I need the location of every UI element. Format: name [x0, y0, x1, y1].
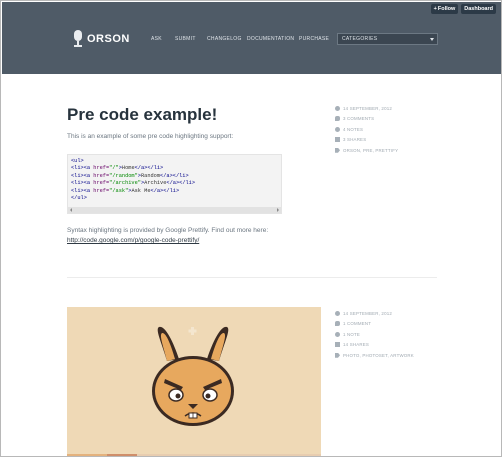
site-logo[interactable]: ORSON: [73, 30, 130, 48]
chevron-down-icon: [430, 38, 434, 41]
bunny-illustration: [152, 326, 234, 426]
post2-meta: 14 SEPTEMBER, 2012 1 COMMENT 1 NOTE 14 S…: [335, 308, 414, 361]
post-title[interactable]: Pre code example!: [67, 105, 217, 125]
nav-item-ask[interactable]: ASK: [151, 36, 162, 42]
scroll-left-icon[interactable]: [70, 208, 72, 212]
meta2-comments: 1 COMMENT: [335, 319, 414, 330]
meta-notes: 4 NOTES: [335, 124, 398, 135]
sparkle-icon: [188, 327, 197, 335]
tag-icon: [335, 147, 340, 153]
post-meta: 14 SEPTEMBER, 2012 3 COMMENTS 4 NOTES 3 …: [335, 103, 398, 156]
logo-text: ORSON: [87, 33, 130, 45]
meta-tags: ORSON, PRE, PRETTIFY: [335, 145, 398, 156]
post-image[interactable]: [67, 307, 321, 456]
meta-shares: 3 SHARES: [335, 135, 398, 146]
follow-label: Follow: [437, 6, 456, 12]
comment-icon: [335, 321, 340, 327]
categories-select[interactable]: CATEGORIES: [337, 33, 438, 45]
page-frame: +Follow Dashboard ORSON ASK SUBMIT CHANG…: [0, 0, 502, 457]
dashboard-label: Dashboard: [464, 6, 493, 12]
site-header: ORSON ASK SUBMIT CHANGELOG DOCUMENTATION…: [2, 2, 501, 74]
post-intro: This is an example of some pre code high…: [67, 133, 234, 140]
categories-label: CATEGORIES: [342, 36, 378, 42]
meta2-date-text[interactable]: 14 SEPTEMBER, 2012: [343, 311, 392, 316]
meta-tags-text[interactable]: ORSON, PRE, PRETTIFY: [343, 148, 398, 153]
share-icon: [335, 137, 340, 143]
plus-icon: +: [433, 6, 437, 12]
scroll-right-icon[interactable]: [277, 208, 279, 212]
heart-icon: [335, 331, 340, 337]
meta2-notes: 1 NOTE: [335, 329, 414, 340]
prettify-link[interactable]: http://code.google.com/p/google-code-pre…: [67, 237, 199, 244]
meta2-date: 14 SEPTEMBER, 2012: [335, 308, 414, 319]
nav-item-submit[interactable]: SUBMIT: [175, 36, 196, 42]
share-icon: [335, 342, 340, 348]
nav-item-documentation[interactable]: DOCUMENTATION: [247, 36, 294, 42]
code-content: <ul> <li><a href="/">Home</a></li> <li><…: [71, 158, 196, 202]
nav-item-changelog[interactable]: CHANGELOG: [207, 36, 242, 42]
comment-icon: [335, 116, 340, 122]
meta2-notes-text[interactable]: 1 NOTE: [343, 332, 360, 337]
code-block: <ul> <li><a href="/">Home</a></li> <li><…: [67, 154, 282, 214]
meta-notes-text[interactable]: 4 NOTES: [343, 127, 363, 132]
meta-shares-text[interactable]: 3 SHARES: [343, 137, 366, 142]
follow-button[interactable]: +Follow: [430, 4, 459, 14]
dashboard-button[interactable]: Dashboard: [461, 4, 496, 14]
meta2-comments-text[interactable]: 1 COMMENT: [343, 321, 371, 326]
nav-item-purchase[interactable]: PURCHASE: [299, 36, 329, 42]
tag-icon: [335, 352, 340, 358]
meta2-shares: 14 SHARES: [335, 340, 414, 351]
clock-icon: [335, 310, 340, 316]
tumblr-controls: +Follow Dashboard: [430, 4, 496, 14]
clock-icon: [335, 105, 340, 111]
meta-date: 14 SEPTEMBER, 2012: [335, 103, 398, 114]
post-body-text: Syntax highlighting is provided by Googl…: [67, 226, 282, 246]
meta2-tags-text[interactable]: PHOTO, PHOTOSET, ARTWORK: [343, 353, 414, 358]
meta-comments: 3 COMMENTS: [335, 114, 398, 125]
post-text-content: Syntax highlighting is provided by Googl…: [67, 227, 269, 234]
meta-comments-text[interactable]: 3 COMMENTS: [343, 116, 374, 121]
code-scrollbar[interactable]: [68, 207, 281, 213]
post-divider: [67, 277, 437, 278]
heart-icon: [335, 126, 340, 132]
microphone-icon: [73, 30, 83, 48]
meta-date-text[interactable]: 14 SEPTEMBER, 2012: [343, 106, 392, 111]
meta2-tags: PHOTO, PHOTOSET, ARTWORK: [335, 350, 414, 361]
meta2-shares-text[interactable]: 14 SHARES: [343, 342, 369, 347]
